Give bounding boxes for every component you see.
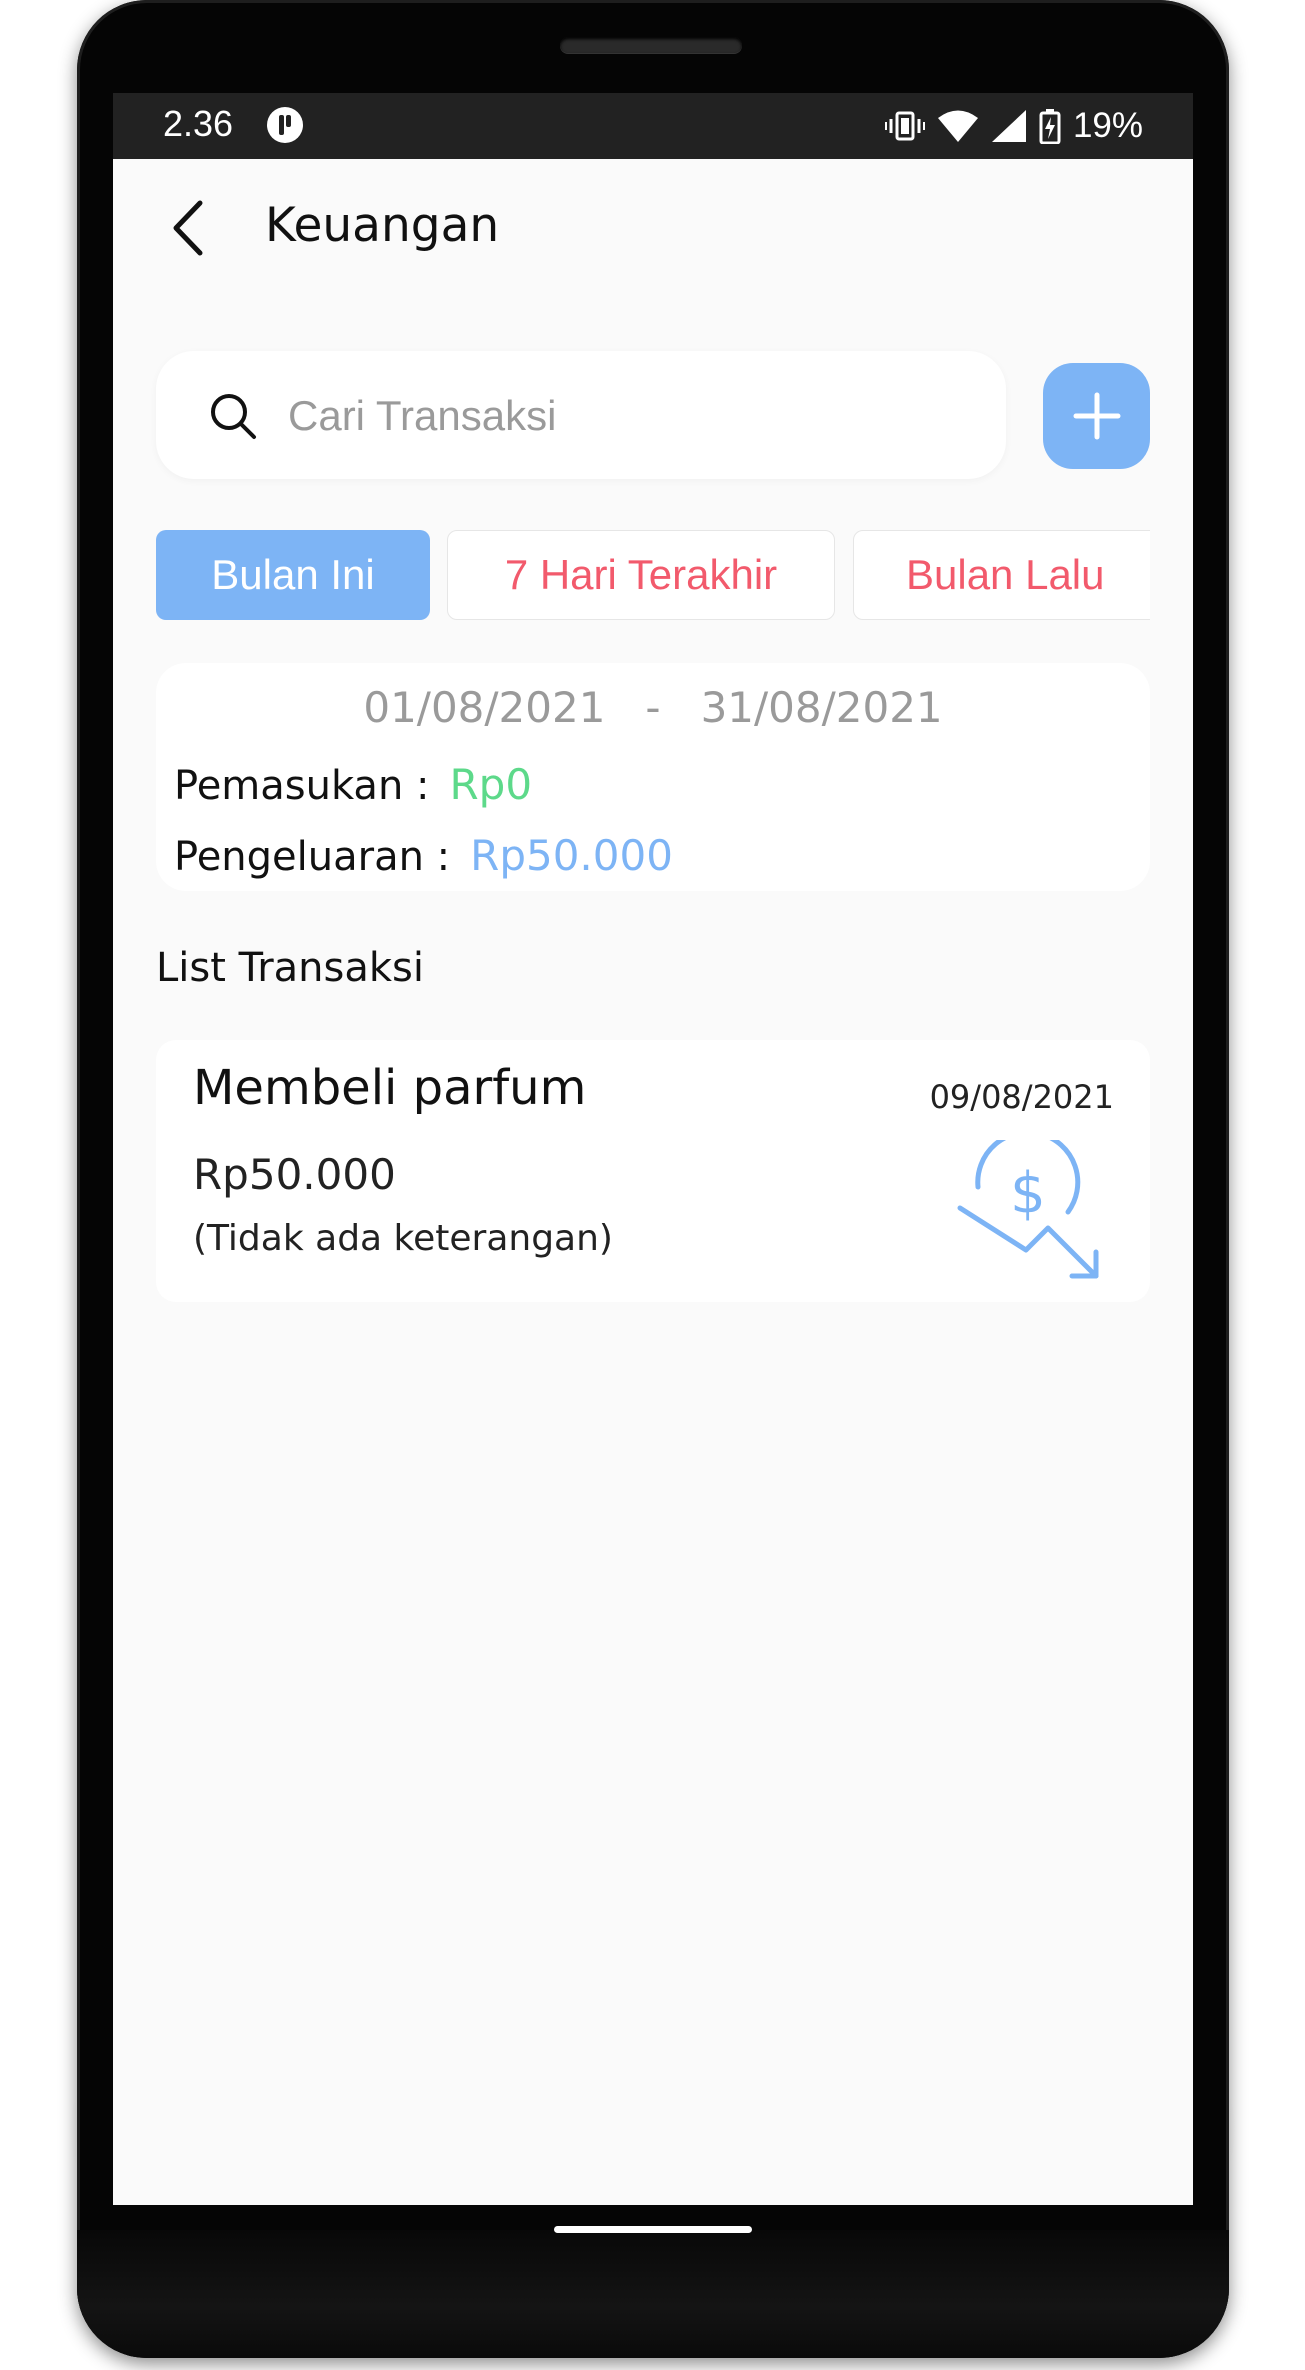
tab-this-month[interactable]: Bulan Ini: [156, 530, 430, 620]
expense-value: Rp50.000: [470, 831, 673, 880]
tab-last-7-days[interactable]: 7 Hari Terakhir: [447, 530, 835, 620]
add-transaction-button[interactable]: [1043, 363, 1150, 469]
end-date[interactable]: 31/08/2021: [701, 683, 943, 732]
date-range: 01/08/2021 - 31/08/2021: [156, 683, 1150, 732]
search-input[interactable]: [286, 381, 980, 451]
vibrate-icon: [884, 111, 925, 141]
phone-chin: [77, 2230, 1229, 2358]
tab-last-month[interactable]: Bulan Lalu: [853, 530, 1150, 620]
transaction-note: (Tidak ada keterangan): [193, 1218, 613, 1259]
transaction-date: 09/08/2021: [929, 1078, 1114, 1116]
list-title: List Transaksi: [156, 945, 424, 991]
page-title: Keuangan: [265, 198, 500, 253]
transaction-amount: Rp50.000: [193, 1150, 396, 1199]
status-time: 2.36: [163, 103, 234, 144]
chevron-left-icon: [173, 200, 203, 256]
transaction-title: Membeli parfum: [193, 1060, 587, 1116]
start-date[interactable]: 01/08/2021: [363, 683, 605, 732]
search-box[interactable]: [156, 351, 1006, 479]
expense-label: Pengeluaran :: [174, 834, 451, 880]
wifi-icon: [937, 110, 978, 142]
home-indicator[interactable]: [554, 2226, 752, 2233]
back-button[interactable]: [153, 193, 223, 263]
status-icons: 19%: [884, 101, 1143, 151]
filter-tabs: Bulan Ini 7 Hari Terakhir Bulan Lalu: [113, 523, 1150, 633]
app-screen: 2.36 19% Keuangan Cari Transaksi Bulan I…: [113, 93, 1193, 2205]
app-notification-icon: [267, 107, 303, 143]
svg-text:$: $: [1010, 1161, 1046, 1226]
date-separator: -: [645, 683, 661, 732]
battery-percentage: 19%: [1072, 106, 1143, 145]
search-icon: [211, 394, 256, 439]
income-row: Pemasukan : Rp0: [174, 760, 532, 809]
income-label: Pemasukan :: [174, 763, 430, 809]
expense-dollar-down-icon: $: [957, 1140, 1099, 1279]
status-bar: 2.36 19%: [113, 93, 1193, 159]
summary-card: 01/08/2021 - 31/08/2021 Pemasukan : Rp0 …: [156, 663, 1150, 891]
income-value: Rp0: [449, 760, 533, 809]
battery-charging-icon: [1039, 109, 1061, 144]
phone-speaker: [560, 37, 742, 53]
cellular-signal-icon: [991, 110, 1026, 142]
plus-icon: [1073, 392, 1120, 440]
transaction-item[interactable]: Membeli parfum 09/08/2021 Rp50.000 (Tida…: [156, 1040, 1150, 1302]
expense-row: Pengeluaran : Rp50.000: [174, 831, 673, 880]
